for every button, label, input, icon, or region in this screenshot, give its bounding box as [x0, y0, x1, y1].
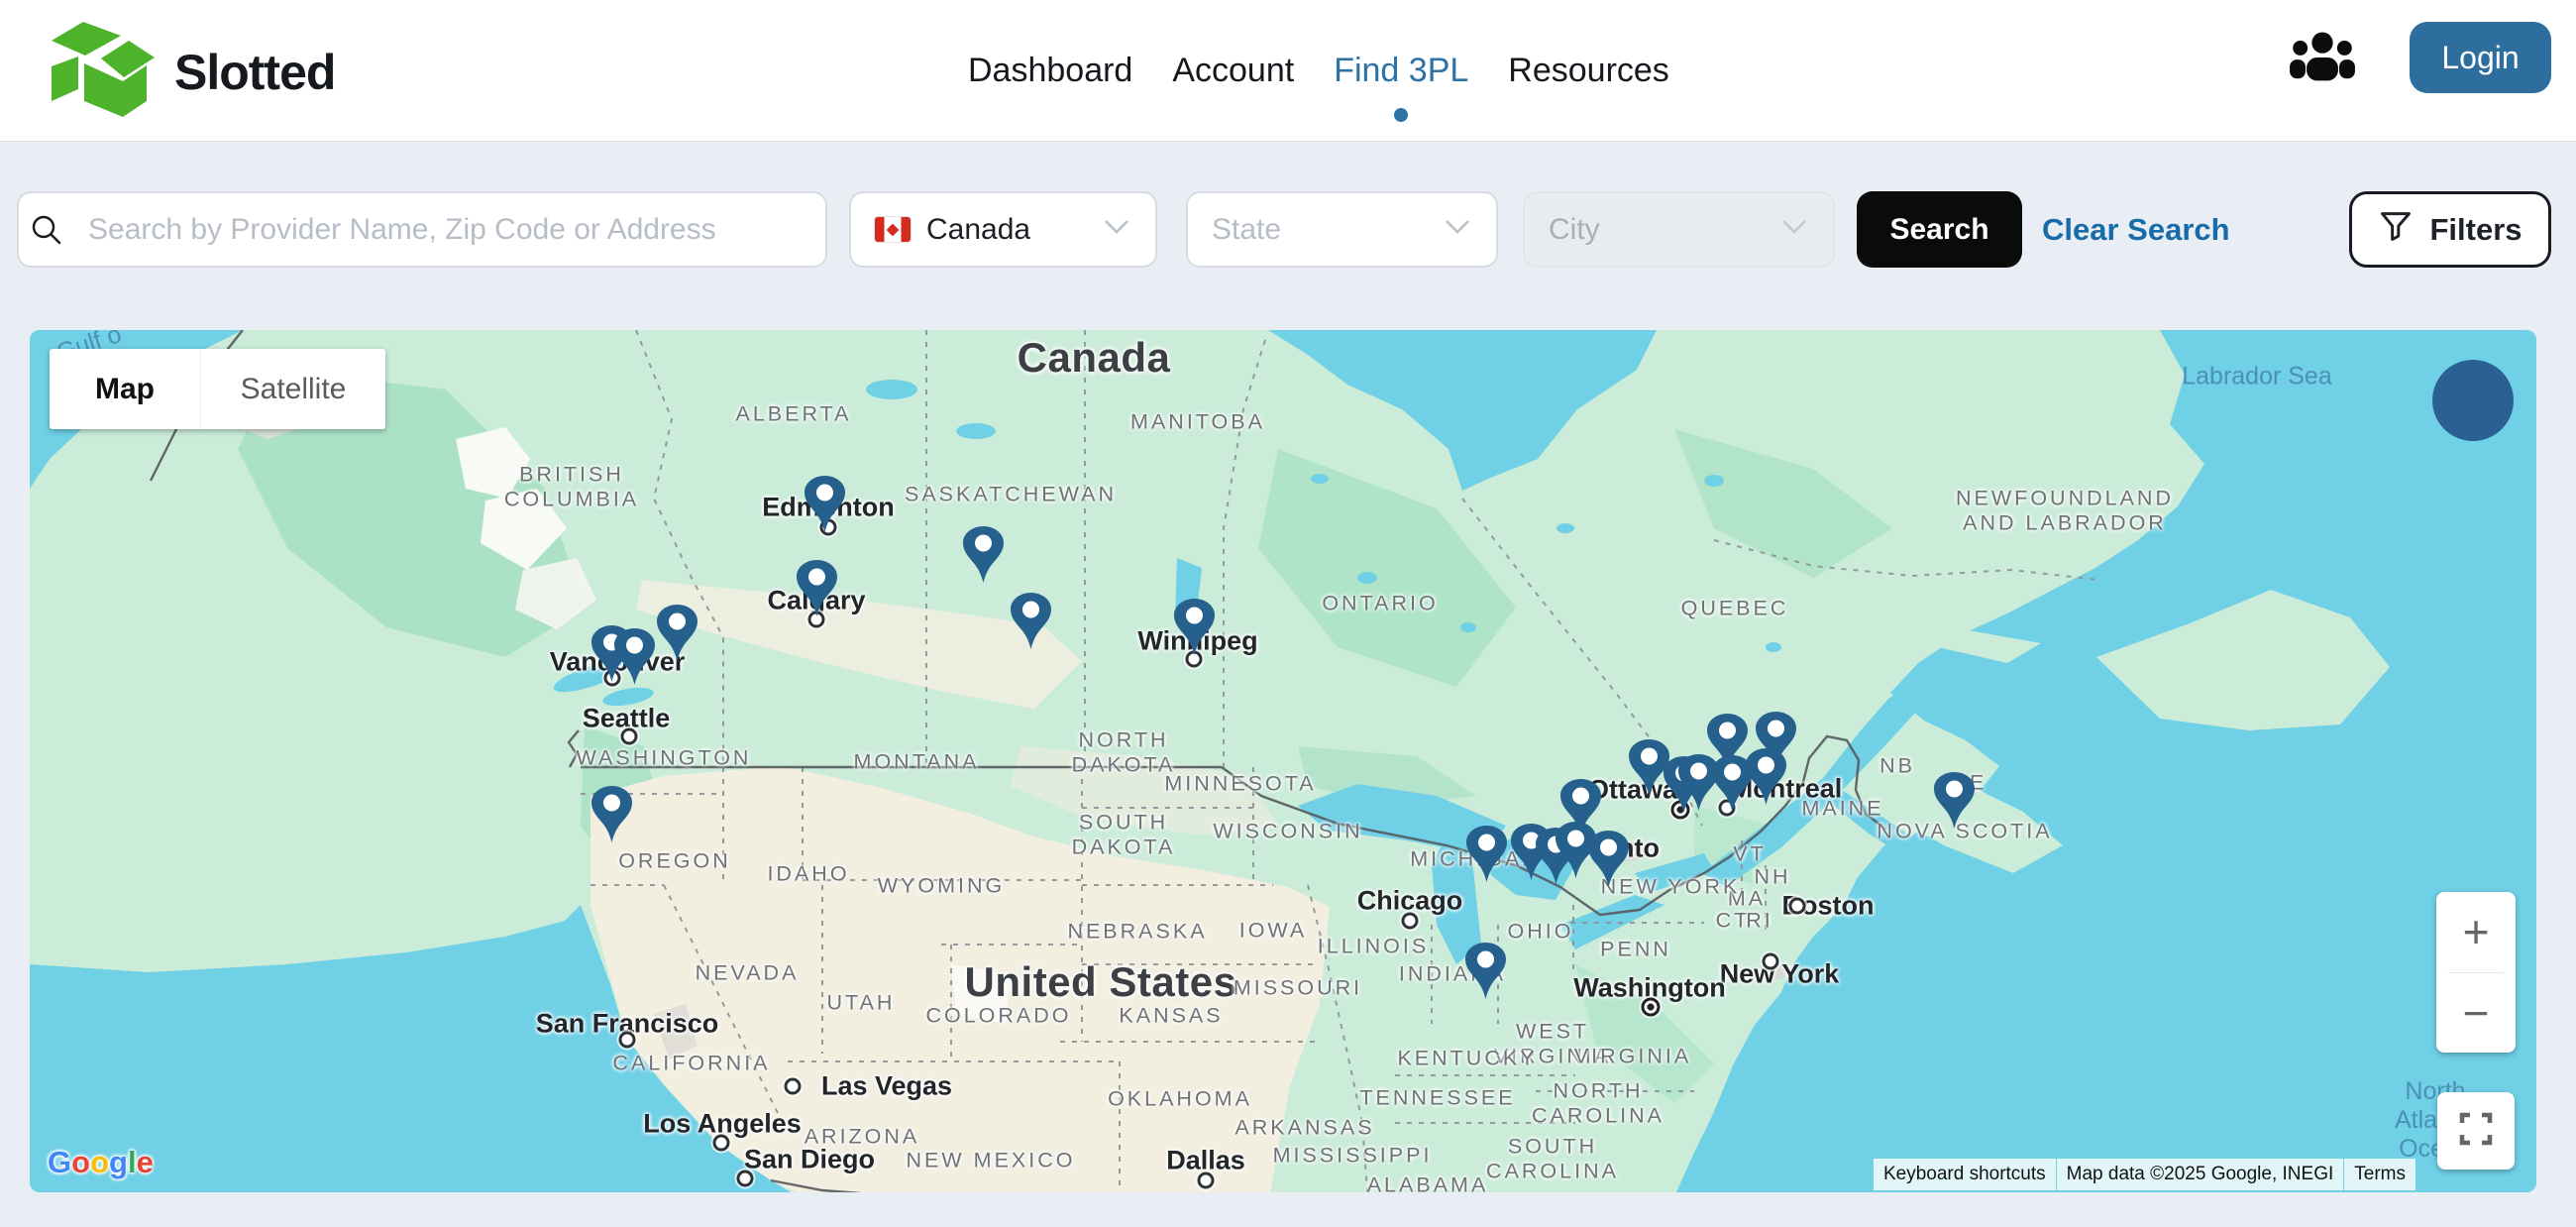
map-markers-layer [30, 330, 2536, 1192]
zoom-out-button[interactable]: − [2436, 973, 2516, 1054]
search-toolbar: Canada State City Search Clear Search [0, 191, 2576, 268]
chat-widget-button[interactable] [2432, 360, 2514, 441]
header: Slotted Dashboard Account Find 3PL Resource… [0, 0, 2576, 141]
google-logo-letter: e [137, 1145, 154, 1179]
provider-map-pin[interactable] [1462, 941, 1509, 1000]
provider-map-pin[interactable] [589, 784, 635, 843]
zoom-in-button[interactable]: + [2436, 892, 2516, 972]
brand-name: Slotted [174, 44, 335, 101]
filters-label: Filters [2429, 212, 2522, 248]
provider-map-pin[interactable] [960, 524, 1007, 584]
chevron-down-icon [1779, 218, 1809, 241]
fullscreen-button[interactable] [2437, 1092, 2515, 1170]
city-select: City [1523, 191, 1835, 268]
keyboard-shortcuts-link[interactable]: Keyboard shortcuts [1874, 1159, 2056, 1190]
country-select[interactable]: Canada [849, 191, 1157, 268]
provider-map-pin[interactable] [1171, 597, 1218, 656]
google-logo-letter: G [48, 1145, 71, 1179]
city-placeholder: City [1549, 213, 1600, 247]
provider-map-pin[interactable] [1931, 770, 1978, 830]
state-placeholder: State [1212, 213, 1281, 247]
provider-map-pin[interactable] [802, 474, 848, 533]
nav-item-account[interactable]: Account [1170, 46, 1296, 96]
map-data-attribution: Map data ©2025 Google, INEGI [2057, 1159, 2344, 1190]
map-canvas[interactable]: CanadaUnited StatesBRITISH COLUMBIAALBER… [30, 330, 2536, 1192]
main-nav: Dashboard Account Find 3PL Resources [966, 0, 1671, 141]
provider-map-pin[interactable] [654, 603, 700, 662]
google-logo[interactable]: Google [48, 1145, 154, 1180]
filters-button[interactable]: Filters [2349, 191, 2551, 268]
google-logo-letter: o [71, 1145, 90, 1179]
brand-logo[interactable]: Slotted [52, 22, 335, 122]
login-button[interactable]: Login [2410, 22, 2551, 93]
country-value: Canada [926, 213, 1030, 247]
provider-map-pin[interactable] [1008, 591, 1054, 650]
search-input[interactable] [17, 191, 827, 268]
provider-map-pin[interactable] [794, 558, 840, 617]
zoom-control: + − [2436, 892, 2516, 1053]
chevron-down-icon [1443, 218, 1472, 241]
google-logo-letter: o [90, 1145, 109, 1179]
funnel-icon [2378, 208, 2414, 252]
people-group-icon[interactable] [2289, 30, 2356, 85]
provider-map-pin[interactable] [1585, 829, 1632, 888]
state-select[interactable]: State [1186, 191, 1498, 268]
terms-link[interactable]: Terms [2344, 1159, 2415, 1190]
nav-item-find-3pl[interactable]: Find 3PL [1332, 46, 1470, 96]
nav-item-resources[interactable]: Resources [1506, 46, 1671, 96]
map-type-control: Map Satellite [50, 349, 385, 429]
search-button[interactable]: Search [1857, 191, 2022, 268]
canada-flag-icon [875, 217, 911, 242]
map-attribution: Keyboard shortcuts Map data ©2025 Google… [1873, 1159, 2415, 1190]
box-logo-icon [52, 22, 155, 122]
page: Slotted Dashboard Account Find 3PL Resource… [0, 0, 2576, 1227]
provider-map-pin[interactable] [1463, 824, 1510, 883]
provider-map-pin[interactable] [1753, 710, 1799, 769]
google-logo-letter: l [128, 1145, 137, 1179]
chevron-down-icon [1102, 218, 1131, 241]
map-type-satellite-button[interactable]: Satellite [200, 349, 385, 429]
map-type-map-button[interactable]: Map [50, 349, 200, 429]
google-logo-letter: g [109, 1145, 128, 1179]
provider-map-pin[interactable] [611, 626, 658, 686]
nav-item-dashboard[interactable]: Dashboard [966, 46, 1134, 96]
clear-search-link[interactable]: Clear Search [2042, 191, 2230, 268]
fullscreen-icon [2458, 1111, 2494, 1152]
